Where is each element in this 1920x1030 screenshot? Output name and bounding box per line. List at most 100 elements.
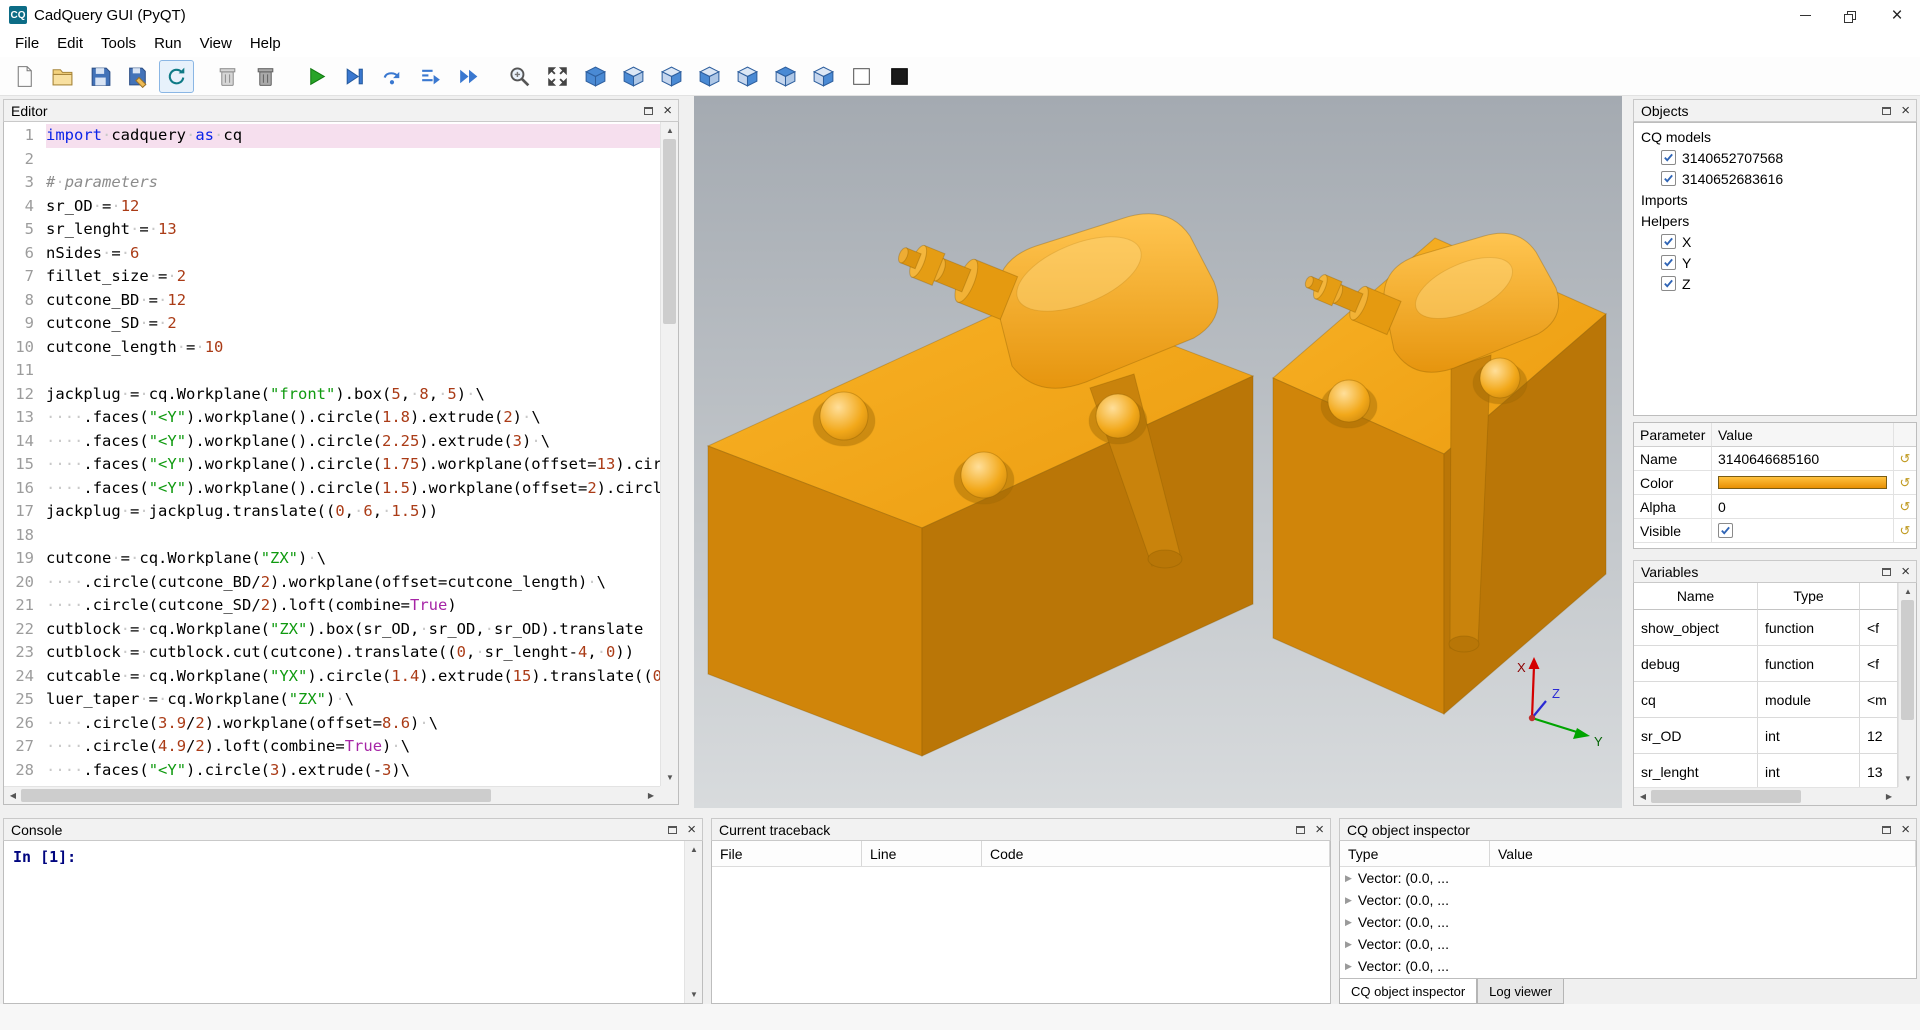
variable-name[interactable]: sr_OD: [1634, 718, 1758, 754]
scroll-down-icon[interactable]: ▼: [685, 986, 703, 1003]
inspector-row[interactable]: ▶Vector: (0.0, ...: [1340, 889, 1916, 911]
view-left-button[interactable]: [692, 60, 727, 93]
code-line[interactable]: 16····.faces("<Y").workplane().circle(1.…: [4, 477, 660, 501]
save-script-button[interactable]: [83, 60, 118, 93]
code-line[interactable]: 18: [4, 524, 660, 548]
tree-item-z[interactable]: Z: [1634, 273, 1916, 294]
checkbox[interactable]: [1661, 234, 1676, 249]
code-line[interactable]: 5sr_lenght·=·13: [4, 218, 660, 242]
expand-icon[interactable]: ▶: [1345, 917, 1352, 928]
close-panel-icon[interactable]: ×: [1315, 822, 1324, 837]
view-top-button[interactable]: [768, 60, 803, 93]
close-panel-icon[interactable]: ×: [663, 103, 672, 118]
variable-value[interactable]: <f: [1860, 646, 1898, 682]
reset-icon[interactable]: ↺: [1894, 471, 1916, 495]
step-into-button[interactable]: [413, 60, 448, 93]
reset-icon[interactable]: ↺: [1894, 447, 1916, 471]
tree-group-cq-models[interactable]: CQ models: [1634, 126, 1916, 147]
variable-value[interactable]: <f: [1860, 610, 1898, 646]
code-line[interactable]: 1import·cadquery·as·cq: [4, 124, 660, 148]
code-line[interactable]: 4sr_OD·=·12: [4, 195, 660, 219]
inspector-row[interactable]: ▶Vector: (0.0, ...: [1340, 867, 1916, 889]
code-line[interactable]: 10cutcone_length·=·10: [4, 336, 660, 360]
scroll-up-icon[interactable]: ▲: [661, 122, 679, 139]
code-line[interactable]: 6nSides·=·6: [4, 242, 660, 266]
variable-name[interactable]: cq: [1634, 682, 1758, 718]
close-panel-icon[interactable]: ×: [687, 822, 696, 837]
code-line[interactable]: 17jackplug·=·jackplug.translate((0,·6,·1…: [4, 500, 660, 524]
editor-vertical-scrollbar[interactable]: ▲ ▼: [660, 122, 678, 786]
inspector-row[interactable]: ▶Vector: (0.0, ...: [1340, 911, 1916, 933]
scroll-down-icon[interactable]: ▼: [1899, 770, 1917, 787]
scroll-right-icon[interactable]: ▶: [642, 787, 660, 804]
reset-icon[interactable]: ↺: [1894, 495, 1916, 519]
tree-item-3140652683616[interactable]: 3140652683616: [1634, 168, 1916, 189]
variable-type[interactable]: function: [1758, 646, 1860, 682]
display-shaded-button[interactable]: [882, 60, 917, 93]
tree-group-imports[interactable]: Imports: [1634, 189, 1916, 210]
scrollbar-thumb[interactable]: [1651, 790, 1801, 803]
scroll-up-icon[interactable]: ▲: [1899, 583, 1917, 600]
delete-model-button[interactable]: [210, 60, 245, 93]
expand-icon[interactable]: ▶: [1345, 873, 1352, 884]
scroll-left-icon[interactable]: ◀: [4, 787, 22, 804]
variable-type[interactable]: int: [1758, 754, 1860, 787]
variable-type[interactable]: module: [1758, 682, 1860, 718]
float-panel-icon[interactable]: [1882, 107, 1891, 115]
float-panel-icon[interactable]: [1882, 568, 1891, 576]
scrollbar-thumb[interactable]: [663, 139, 676, 324]
scrollbar-thumb[interactable]: [1901, 600, 1914, 720]
variables-horizontal-scrollbar[interactable]: ◀ ▶: [1634, 787, 1898, 805]
open-script-button[interactable]: [45, 60, 80, 93]
float-panel-icon[interactable]: [1296, 826, 1305, 834]
variable-type[interactable]: function: [1758, 610, 1860, 646]
inspector-row[interactable]: ▶Vector: (0.0, ...: [1340, 933, 1916, 955]
view-iso-button[interactable]: [578, 60, 613, 93]
tab-cq-object-inspector[interactable]: CQ object inspector: [1339, 979, 1477, 1004]
prop-value-color[interactable]: [1712, 471, 1894, 495]
code-line[interactable]: 27····.circle(4.9/2).loft(combine=True)·…: [4, 735, 660, 759]
code-line[interactable]: 26····.circle(3.9/2).workplane(offset=8.…: [4, 712, 660, 736]
close-button[interactable]: ×: [1874, 0, 1920, 30]
viewport-canvas[interactable]: X Y Z: [694, 96, 1622, 808]
variables-vertical-scrollbar[interactable]: ▲ ▼: [1898, 583, 1916, 787]
menu-tools[interactable]: Tools: [92, 32, 145, 55]
code-line[interactable]: 22cutblock·=·cq.Workplane("ZX").box(sr_O…: [4, 618, 660, 642]
code-line[interactable]: 24cutcable·=·cq.Workplane("YX").circle(1…: [4, 665, 660, 689]
new-script-button[interactable]: [7, 60, 42, 93]
expand-icon[interactable]: ▶: [1345, 939, 1352, 950]
variable-value[interactable]: 12: [1860, 718, 1898, 754]
scroll-right-icon[interactable]: ▶: [1880, 788, 1898, 805]
checkbox[interactable]: [1661, 171, 1676, 186]
view-right-button[interactable]: [730, 60, 765, 93]
scrollbar-thumb[interactable]: [21, 789, 491, 802]
code-line[interactable]: 3#·parameters: [4, 171, 660, 195]
float-panel-icon[interactable]: [668, 826, 677, 834]
code-line[interactable]: 28····.faces("<Y").circle(3).extrude(-3)…: [4, 759, 660, 783]
code-line[interactable]: 23cutblock·=·cutblock.cut(cutcone).trans…: [4, 641, 660, 665]
editor-horizontal-scrollbar[interactable]: ◀ ▶: [4, 786, 660, 804]
console-prompt[interactable]: In [1]:: [4, 841, 702, 873]
expand-icon[interactable]: ▶: [1345, 961, 1352, 972]
view-front-button[interactable]: [616, 60, 651, 93]
display-wireframe-button[interactable]: [844, 60, 879, 93]
checkbox[interactable]: [1661, 255, 1676, 270]
code-line[interactable]: 15····.faces("<Y").workplane().circle(1.…: [4, 453, 660, 477]
code-line[interactable]: 13····.faces("<Y").workplane().circle(1.…: [4, 406, 660, 430]
code-editor[interactable]: 1import·cadquery·as·cq23#·parameters4sr_…: [4, 124, 660, 786]
restore-button[interactable]: [1828, 0, 1874, 30]
visible-checkbox[interactable]: [1718, 523, 1733, 538]
console-vertical-scrollbar[interactable]: ▲ ▼: [684, 841, 702, 1003]
float-panel-icon[interactable]: [1882, 826, 1891, 834]
code-line[interactable]: 7fillet_size·=·2: [4, 265, 660, 289]
scroll-up-icon[interactable]: ▲: [685, 841, 703, 858]
fit-view-button[interactable]: [502, 60, 537, 93]
fit-all-button[interactable]: [540, 60, 575, 93]
close-panel-icon[interactable]: ×: [1901, 822, 1910, 837]
menu-edit[interactable]: Edit: [48, 32, 92, 55]
menu-view[interactable]: View: [191, 32, 241, 55]
close-panel-icon[interactable]: ×: [1901, 103, 1910, 118]
tree-group-helpers[interactable]: Helpers: [1634, 210, 1916, 231]
code-line[interactable]: 11: [4, 359, 660, 383]
variable-value[interactable]: 13: [1860, 754, 1898, 787]
